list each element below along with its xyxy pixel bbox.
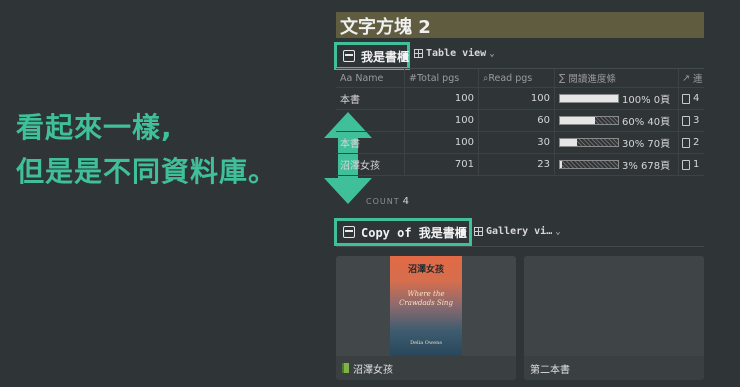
column-header-total[interactable]: # Total pgs (404, 69, 478, 87)
table: Aa Name # Total pgs ⌕ Read pgs ∑ 閱讀進度條 ↗… (336, 68, 704, 176)
table-row[interactable]: 本書 100 100 100% 0頁 4 (336, 88, 704, 110)
column-header-name[interactable]: Aa Name (336, 73, 404, 84)
cell-total[interactable]: 100 (404, 88, 478, 109)
cell-name[interactable]: 本書 (336, 135, 404, 150)
cell-progress[interactable]: 3% 678頁 (554, 154, 678, 175)
count-summary[interactable]: COUNT 4 (366, 196, 410, 207)
chevron-down-icon: ⌄ (489, 48, 495, 59)
table-row[interactable]: 100 60 60% 40頁 3 (336, 110, 704, 132)
cell-read[interactable]: 23 (478, 154, 554, 175)
database-title-1[interactable]: 我是書櫃 (334, 42, 410, 70)
column-header-read[interactable]: ⌕ Read pgs (478, 69, 554, 87)
page-icon (682, 159, 690, 170)
card-caption: 第二本書 (524, 356, 704, 380)
table-row[interactable]: 沼澤女孩 701 23 3% 678頁 1 (336, 154, 704, 176)
cell-relation[interactable]: 4 (678, 88, 704, 109)
cell-total[interactable]: 701 (404, 154, 478, 175)
cell-progress[interactable]: 60% 40頁 (554, 110, 678, 131)
database-icon (343, 50, 355, 62)
cell-total[interactable]: 100 (404, 110, 478, 131)
annotation-line-2: 但是是不同資料庫。 (16, 155, 278, 188)
cell-relation[interactable]: 1 (678, 154, 704, 175)
text-property-icon: Aa (340, 72, 356, 84)
chevron-down-icon: ⌄ (555, 226, 561, 237)
cell-name[interactable]: 沼澤女孩 (336, 157, 404, 172)
book-icon (342, 363, 349, 373)
card-cover (524, 256, 704, 356)
cell-progress[interactable]: 100% 0頁 (554, 88, 678, 109)
annotation-line-1: 看起來一樣, (16, 111, 173, 144)
card-caption: 沼澤女孩 (336, 356, 516, 380)
page-title: 文字方塊 2 (336, 12, 704, 38)
cell-total[interactable]: 100 (404, 132, 478, 153)
database-icon (343, 226, 355, 238)
database-title-label: 我是書櫃 (361, 49, 410, 64)
cell-progress[interactable]: 30% 70頁 (554, 132, 678, 153)
cell-read[interactable]: 100 (478, 88, 554, 109)
table-header-row: Aa Name # Total pgs ⌕ Read pgs ∑ 閱讀進度條 ↗… (336, 68, 704, 88)
view-switcher-table[interactable]: Table view ⌄ (414, 48, 495, 59)
relation-arrow-icon: ↗ (682, 72, 690, 84)
column-header-progress[interactable]: ∑ 閱讀進度條 (554, 69, 678, 87)
progress-bar (559, 160, 619, 169)
database-title-2[interactable]: Copy of 我是書櫃 (334, 218, 472, 246)
progress-bar (559, 116, 619, 125)
formula-icon: ∑ (559, 72, 566, 84)
view-label: Table view (426, 48, 487, 59)
gallery-icon (474, 227, 483, 236)
column-header-relation[interactable]: ↗ 連 (678, 69, 704, 87)
table-icon (414, 49, 423, 58)
cell-relation[interactable]: 3 (678, 110, 704, 131)
table-row[interactable]: 本書 100 30 30% 70頁 2 (336, 132, 704, 154)
cell-read[interactable]: 30 (478, 132, 554, 153)
number-property-icon: # (409, 72, 417, 84)
divider (336, 246, 704, 247)
page-icon (682, 137, 690, 148)
cell-name[interactable]: 本書 (336, 91, 404, 106)
page-icon (682, 93, 690, 104)
book-cover-image: 沼澤女孩 Where the Crawdads Sing Delia Owens (390, 256, 462, 356)
gallery-card[interactable]: 沼澤女孩 Where the Crawdads Sing Delia Owens… (336, 256, 516, 380)
view-label: Gallery vi… (486, 226, 553, 237)
view-switcher-gallery[interactable]: Gallery vi… ⌄ (474, 226, 561, 237)
gallery-card[interactable]: 第二本書 (524, 256, 704, 380)
cell-relation[interactable]: 2 (678, 132, 704, 153)
progress-bar (559, 94, 619, 103)
database-title-label: Copy of 我是書櫃 (361, 225, 467, 240)
progress-bar (559, 138, 619, 147)
cell-read[interactable]: 60 (478, 110, 554, 131)
page-icon (682, 115, 690, 126)
card-cover: 沼澤女孩 Where the Crawdads Sing Delia Owens (336, 256, 516, 356)
